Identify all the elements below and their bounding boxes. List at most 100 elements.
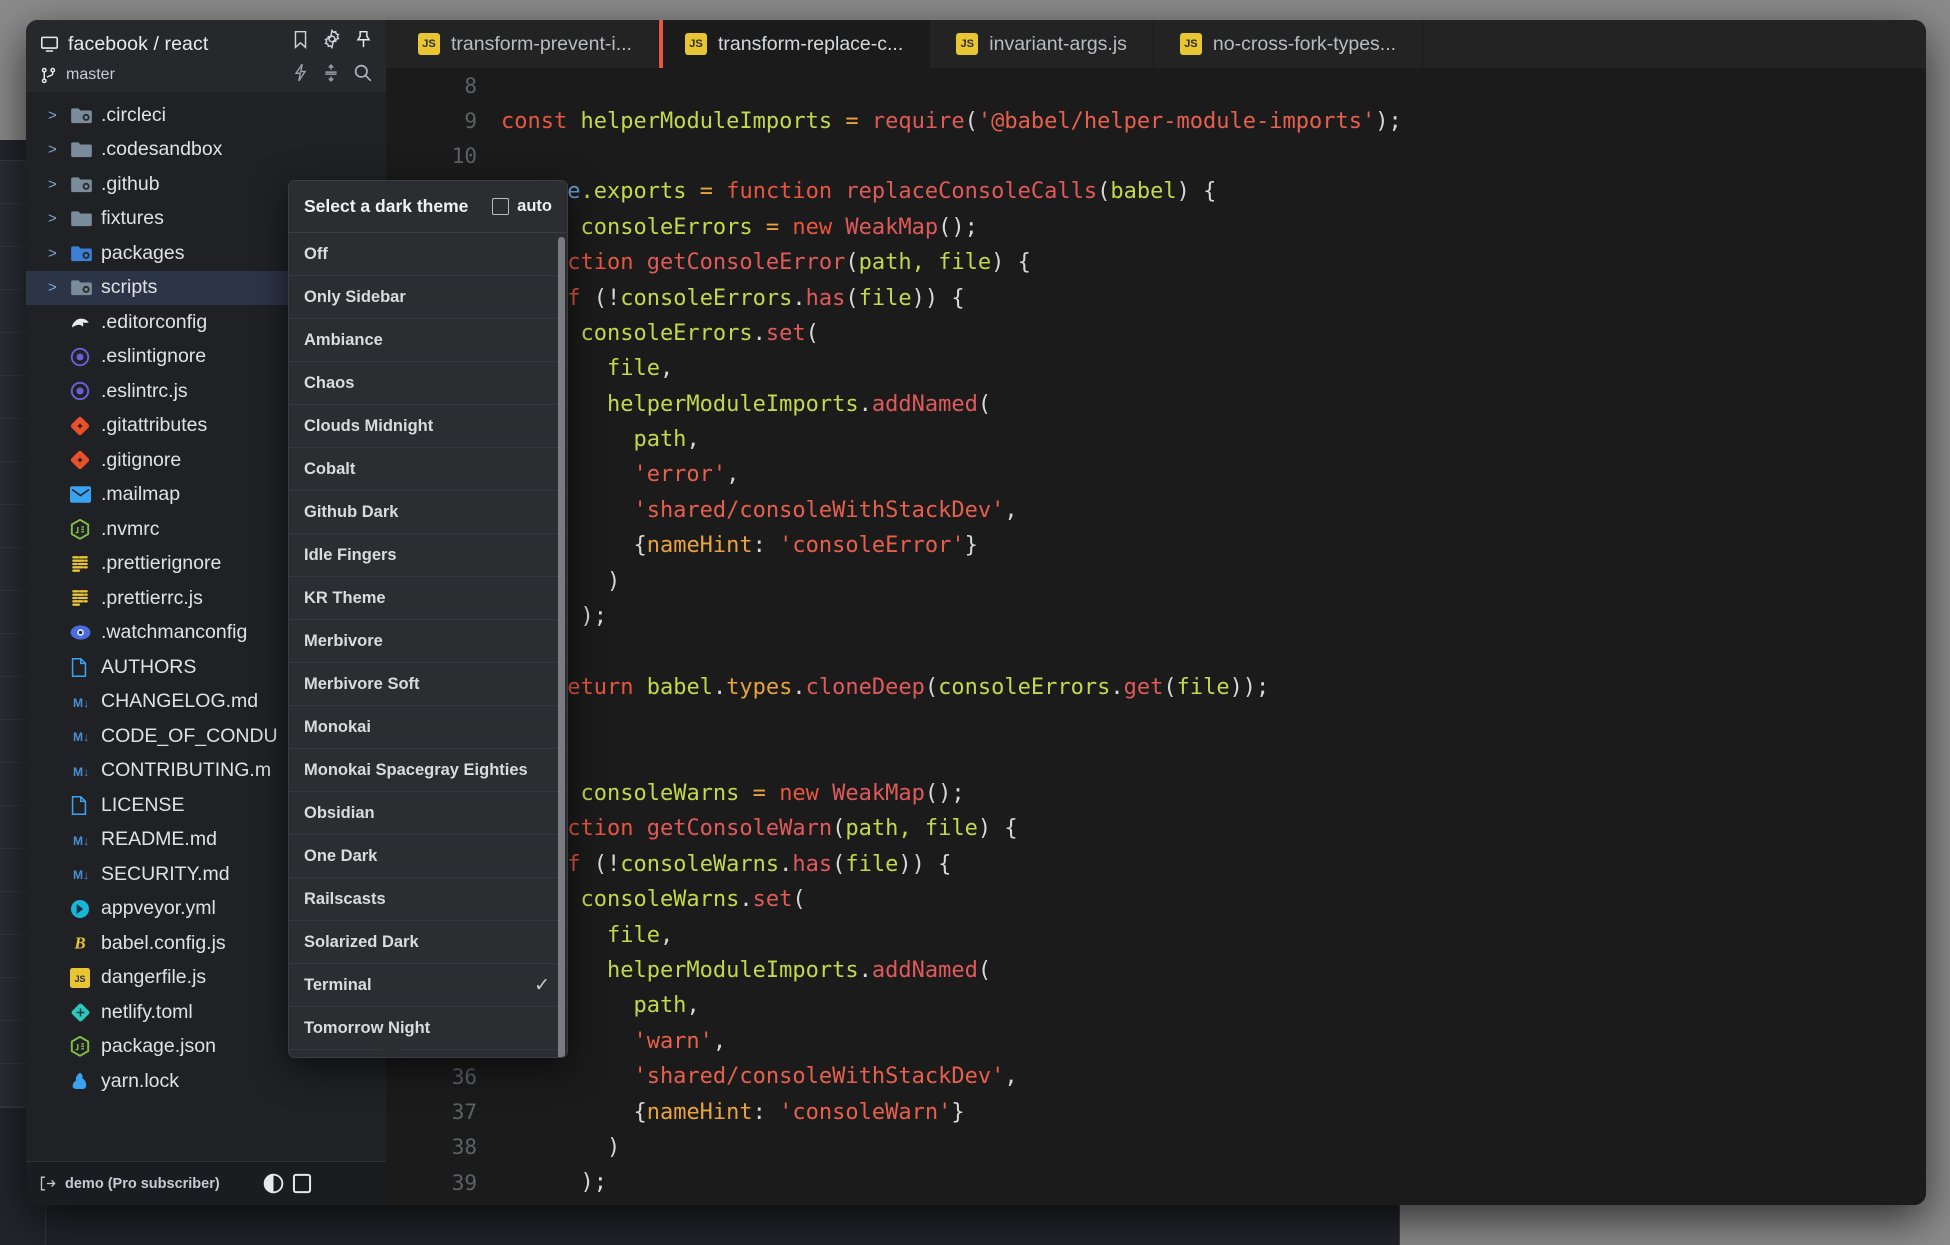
logout-icon[interactable] bbox=[40, 1176, 56, 1191]
code-line[interactable]: 32 file, bbox=[386, 917, 1926, 952]
code-line[interactable]: 29 function getConsoleWarn(path, file) { bbox=[386, 811, 1926, 846]
chevron-right-icon[interactable]: > bbox=[48, 176, 70, 193]
code-line[interactable]: 24 } bbox=[386, 634, 1926, 669]
theme-option-list[interactable]: Off Only Sidebar Ambiance Chaos Clouds Midni… bbox=[289, 233, 567, 1057]
editor-tab-0[interactable]: JS transform-prevent-i... bbox=[386, 20, 659, 68]
svg-text:JS: JS bbox=[75, 974, 86, 984]
gear-icon[interactable] bbox=[322, 29, 342, 49]
theme-option-monokai[interactable]: Monokai bbox=[289, 706, 567, 749]
theme-selector-menu[interactable]: Select a dark theme auto Off Only Sidebar… bbox=[288, 180, 568, 1058]
auto-checkbox[interactable] bbox=[492, 198, 510, 215]
theme-option-merbivore-soft[interactable]: Merbivore Soft bbox=[289, 663, 567, 706]
code-line[interactable]: 26 bbox=[386, 705, 1926, 740]
code-line[interactable]: 23 ); bbox=[386, 599, 1926, 634]
tree-item-label: LICENSE bbox=[101, 793, 185, 816]
theme-option-cobalt[interactable]: Cobalt bbox=[289, 448, 567, 491]
code-line[interactable]: 31 consoleWarns.set( bbox=[386, 882, 1926, 917]
collapse-icon[interactable] bbox=[322, 63, 340, 82]
theme-option-label: Terminal bbox=[304, 975, 372, 994]
theme-option-kr-theme[interactable]: KR Theme bbox=[289, 577, 567, 620]
theme-option-label: Clouds Midnight bbox=[304, 416, 434, 435]
theme-option-monokai-spacegray-eighties[interactable]: Monokai Spacegray Eighties bbox=[289, 749, 567, 792]
lightning-icon[interactable] bbox=[292, 63, 309, 82]
editor-tab-3[interactable]: JS no-cross-fork-types... bbox=[1153, 20, 1424, 68]
theme-option-label: Github Dark bbox=[304, 502, 399, 521]
document-icon bbox=[70, 795, 101, 816]
theme-option-solarized-dark[interactable]: Solarized Dark bbox=[289, 921, 567, 964]
theme-menu-scrollbar[interactable] bbox=[558, 237, 565, 1057]
theme-option-off[interactable]: Off bbox=[289, 233, 567, 276]
search-icon[interactable] bbox=[353, 63, 372, 82]
code-line[interactable]: 36 'shared/consoleWithStackDev', bbox=[386, 1059, 1926, 1094]
code-line[interactable]: 18 path, bbox=[386, 422, 1926, 457]
theme-option-tomorrow-night[interactable]: Tomorrow Night bbox=[289, 1007, 567, 1050]
editor-tab-label: invariant-args.js bbox=[989, 32, 1127, 55]
code-line[interactable]: 17 helperModuleImports.addNamed( bbox=[386, 387, 1926, 422]
code-line[interactable]: 35 'warn', bbox=[386, 1024, 1926, 1059]
code-line-text: function getConsoleWarn(path, file) { bbox=[501, 816, 1018, 842]
code-line[interactable]: 12 let consoleErrors = new WeakMap(); bbox=[386, 210, 1926, 245]
code-line[interactable]: 38 ) bbox=[386, 1130, 1926, 1165]
theme-option-obsidian[interactable]: Obsidian bbox=[289, 792, 567, 835]
theme-option-label: Cobalt bbox=[304, 459, 356, 478]
code-line[interactable]: 28 let consoleWarns = new WeakMap(); bbox=[386, 776, 1926, 811]
tree-item-label: .editorconfig bbox=[101, 310, 208, 333]
code-line[interactable]: 16 file, bbox=[386, 351, 1926, 386]
editor-tab-label: transform-replace-c... bbox=[717, 32, 904, 55]
editor-tab-1[interactable]: JS transform-replace-c... bbox=[658, 20, 931, 68]
code-line[interactable]: 15 consoleErrors.set( bbox=[386, 316, 1926, 351]
pin-icon[interactable] bbox=[355, 30, 372, 49]
code-line[interactable]: 13 function getConsoleError(path, file) … bbox=[386, 245, 1926, 280]
tree-item-label: yarn.lock bbox=[101, 1069, 180, 1092]
code-line[interactable]: 33 helperModuleImports.addNamed( bbox=[386, 953, 1926, 988]
code-line[interactable]: 22 ) bbox=[386, 563, 1926, 598]
tree-item-label: SECURITY.md bbox=[101, 862, 230, 885]
code-line[interactable]: 10 bbox=[386, 139, 1926, 174]
editor-tab-2[interactable]: JS invariant-args.js bbox=[930, 20, 1154, 68]
code-line[interactable]: 20 'shared/consoleWithStackDev', bbox=[386, 493, 1926, 528]
theme-option-terminal[interactable]: Terminal ✓ bbox=[289, 964, 567, 1007]
theme-option-ambiance[interactable]: Ambiance bbox=[289, 319, 567, 362]
theme-option-clouds-midnight[interactable]: Clouds Midnight bbox=[289, 405, 567, 448]
theme-option-chaos[interactable]: Chaos bbox=[289, 362, 567, 405]
tree-row--codesandbox[interactable]: > .codesandbox bbox=[26, 133, 386, 168]
tree-row-yarn-lock[interactable]: yarn.lock bbox=[26, 1064, 386, 1099]
chevron-right-icon[interactable]: > bbox=[48, 245, 70, 262]
panel-toggle-icon[interactable] bbox=[292, 1173, 312, 1194]
code-line[interactable]: 8 bbox=[386, 68, 1926, 103]
theme-option-railscasts[interactable]: Railscasts bbox=[289, 878, 567, 921]
code-line[interactable]: 9 const helperModuleImports = require('@b… bbox=[386, 103, 1926, 138]
theme-option-idle-fingers[interactable]: Idle Fingers bbox=[289, 534, 567, 577]
code-line[interactable]: 27 bbox=[386, 740, 1926, 775]
chevron-right-icon[interactable]: > bbox=[48, 210, 70, 227]
code-line[interactable]: 14 if (!consoleErrors.has(file)) { bbox=[386, 280, 1926, 315]
code-line[interactable]: 37 {nameHint: 'consoleWarn'} bbox=[386, 1094, 1926, 1129]
theme-option-merbivore[interactable]: Merbivore bbox=[289, 620, 567, 663]
code-line-text: const helperModuleImports = require('@ba… bbox=[501, 108, 1402, 134]
code-line[interactable]: 30 if (!consoleWarns.has(file)) { bbox=[386, 847, 1926, 882]
chevron-right-icon[interactable]: > bbox=[48, 141, 70, 158]
theme-option-one-dark[interactable]: One Dark bbox=[289, 835, 567, 878]
eslint-icon bbox=[70, 381, 101, 401]
code-line[interactable]: 34 path, bbox=[386, 988, 1926, 1023]
code-line[interactable]: 11module.exports = function replaceConso… bbox=[386, 174, 1926, 209]
editor-tab-bar[interactable]: JS transform-prevent-i... JS transform-repl… bbox=[386, 20, 1926, 68]
bookmark-icon[interactable] bbox=[292, 30, 309, 49]
code-line[interactable]: 21 {nameHint: 'consoleError'} bbox=[386, 528, 1926, 563]
chevron-right-icon[interactable]: > bbox=[48, 279, 70, 296]
code-editor: JS transform-prevent-i... JS transform-repl… bbox=[386, 20, 1926, 1205]
chevron-right-icon[interactable]: > bbox=[48, 107, 70, 124]
code-line[interactable]: 39 ); bbox=[386, 1165, 1926, 1200]
theme-option-tomorrow-night-blue[interactable]: Tomorrow Night Blue bbox=[289, 1050, 567, 1057]
theme-option-github-dark[interactable]: Github Dark bbox=[289, 491, 567, 534]
tree-row--circleci[interactable]: > .circleci bbox=[26, 98, 386, 133]
editor-tab-label: transform-prevent-i... bbox=[451, 32, 632, 55]
js-icon: JS bbox=[70, 967, 101, 988]
code-content[interactable]: 8 9 const helperModuleImports = require('@… bbox=[386, 68, 1926, 1205]
code-line[interactable]: 19 'error', bbox=[386, 457, 1926, 492]
contrast-toggle-icon[interactable] bbox=[263, 1173, 284, 1194]
theme-option-only-sidebar[interactable]: Only Sidebar bbox=[289, 276, 567, 319]
code-line[interactable]: 25 return babel.types.cloneDeep(consoleE… bbox=[386, 670, 1926, 705]
auto-theme-toggle[interactable]: auto bbox=[492, 197, 552, 216]
code-line-text: module.exports = function replaceConsole… bbox=[501, 179, 1217, 205]
